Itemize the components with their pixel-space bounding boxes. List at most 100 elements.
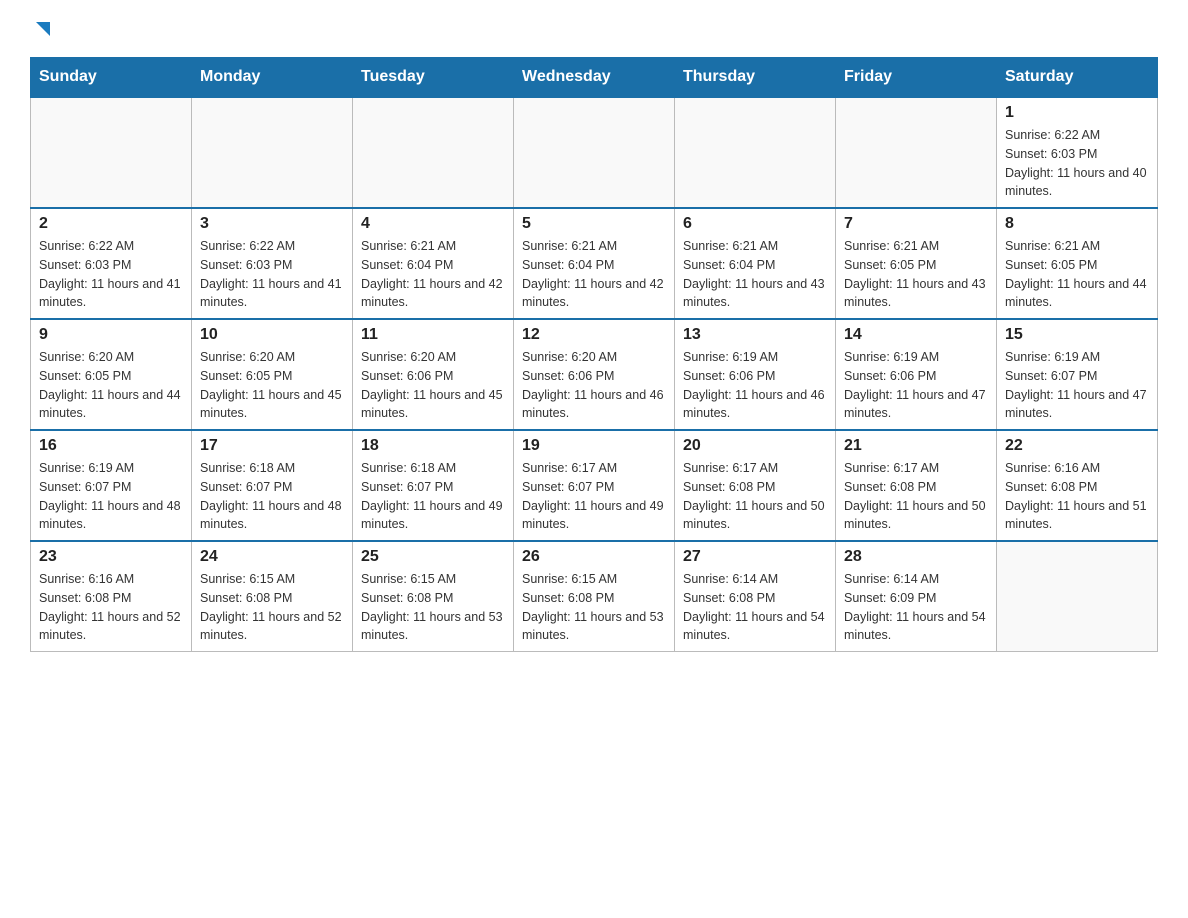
table-row: 25 Sunrise: 6:15 AM Sunset: 6:08 PM Dayli…: [353, 541, 514, 652]
day-info: Sunrise: 6:14 AM Sunset: 6:09 PM Dayligh…: [844, 570, 988, 645]
day-info: Sunrise: 6:19 AM Sunset: 6:07 PM Dayligh…: [39, 459, 183, 534]
day-info: Sunrise: 6:20 AM Sunset: 6:05 PM Dayligh…: [39, 348, 183, 423]
day-info: Sunrise: 6:15 AM Sunset: 6:08 PM Dayligh…: [522, 570, 666, 645]
table-row: 19 Sunrise: 6:17 AM Sunset: 6:07 PM Dayli…: [514, 430, 675, 541]
day-number: 16: [39, 437, 183, 455]
day-info: Sunrise: 6:17 AM Sunset: 6:08 PM Dayligh…: [844, 459, 988, 534]
day-info: Sunrise: 6:22 AM Sunset: 6:03 PM Dayligh…: [39, 237, 183, 312]
table-row: 16 Sunrise: 6:19 AM Sunset: 6:07 PM Dayli…: [31, 430, 192, 541]
table-row: 23 Sunrise: 6:16 AM Sunset: 6:08 PM Dayli…: [31, 541, 192, 652]
day-number: 15: [1005, 326, 1149, 344]
day-info: Sunrise: 6:21 AM Sunset: 6:05 PM Dayligh…: [844, 237, 988, 312]
day-info: Sunrise: 6:20 AM Sunset: 6:06 PM Dayligh…: [361, 348, 505, 423]
day-number: 7: [844, 215, 988, 233]
table-row: 1 Sunrise: 6:22 AM Sunset: 6:03 PM Daylig…: [997, 97, 1158, 208]
day-number: 1: [1005, 104, 1149, 122]
table-row: 28 Sunrise: 6:14 AM Sunset: 6:09 PM Dayli…: [836, 541, 997, 652]
calendar-week-row: 9 Sunrise: 6:20 AM Sunset: 6:05 PM Daylig…: [31, 319, 1158, 430]
calendar-week-row: 1 Sunrise: 6:22 AM Sunset: 6:03 PM Daylig…: [31, 97, 1158, 208]
day-number: 2: [39, 215, 183, 233]
table-row: [514, 97, 675, 208]
table-row: 15 Sunrise: 6:19 AM Sunset: 6:07 PM Dayli…: [997, 319, 1158, 430]
col-header-wednesday: Wednesday: [514, 58, 675, 98]
table-row: [997, 541, 1158, 652]
day-number: 12: [522, 326, 666, 344]
day-number: 25: [361, 548, 505, 566]
day-info: Sunrise: 6:18 AM Sunset: 6:07 PM Dayligh…: [200, 459, 344, 534]
table-row: 20Sunrise: 6:17 AM Sunset: 6:08 PM Dayli…: [675, 430, 836, 541]
calendar-header-row: Sunday Monday Tuesday Wednesday Thursday…: [31, 58, 1158, 98]
day-number: 19: [522, 437, 666, 455]
logo: [30, 20, 54, 47]
col-header-tuesday: Tuesday: [353, 58, 514, 98]
day-info: Sunrise: 6:16 AM Sunset: 6:08 PM Dayligh…: [39, 570, 183, 645]
day-number: 10: [200, 326, 344, 344]
day-number: 13: [683, 326, 827, 344]
table-row: 11 Sunrise: 6:20 AM Sunset: 6:06 PM Dayli…: [353, 319, 514, 430]
day-info: Sunrise: 6:21 AM Sunset: 6:05 PM Dayligh…: [1005, 237, 1149, 312]
day-info: Sunrise: 6:20 AM Sunset: 6:05 PM Dayligh…: [200, 348, 344, 423]
day-info: Sunrise: 6:15 AM Sunset: 6:08 PM Dayligh…: [361, 570, 505, 645]
day-number: 6: [683, 215, 827, 233]
day-number: 11: [361, 326, 505, 344]
day-number: 9: [39, 326, 183, 344]
day-info: Sunrise: 6:19 AM Sunset: 6:06 PM Dayligh…: [844, 348, 988, 423]
table-row: [675, 97, 836, 208]
table-row: [31, 97, 192, 208]
table-row: 4 Sunrise: 6:21 AM Sunset: 6:04 PM Daylig…: [353, 208, 514, 319]
day-number: 4: [361, 215, 505, 233]
day-number: 17: [200, 437, 344, 455]
table-row: 6 Sunrise: 6:21 AM Sunset: 6:04 PM Daylig…: [675, 208, 836, 319]
table-row: 22Sunrise: 6:16 AM Sunset: 6:08 PM Dayli…: [997, 430, 1158, 541]
page-header: [30, 20, 1158, 47]
day-info: Sunrise: 6:17 AM Sunset: 6:07 PM Dayligh…: [522, 459, 666, 534]
day-info: Sunrise: 6:21 AM Sunset: 6:04 PM Dayligh…: [361, 237, 505, 312]
day-number: 24: [200, 548, 344, 566]
day-info: Sunrise: 6:21 AM Sunset: 6:04 PM Dayligh…: [683, 237, 827, 312]
table-row: [353, 97, 514, 208]
table-row: [192, 97, 353, 208]
day-info: Sunrise: 6:14 AM Sunset: 6:08 PM Dayligh…: [683, 570, 827, 645]
day-number: 14: [844, 326, 988, 344]
logo-arrow-icon: [32, 18, 54, 45]
table-row: 14 Sunrise: 6:19 AM Sunset: 6:06 PM Dayli…: [836, 319, 997, 430]
calendar-week-row: 2 Sunrise: 6:22 AM Sunset: 6:03 PM Daylig…: [31, 208, 1158, 319]
table-row: 27Sunrise: 6:14 AM Sunset: 6:08 PM Dayli…: [675, 541, 836, 652]
day-info: Sunrise: 6:19 AM Sunset: 6:06 PM Dayligh…: [683, 348, 827, 423]
day-number: 26: [522, 548, 666, 566]
col-header-friday: Friday: [836, 58, 997, 98]
table-row: 2 Sunrise: 6:22 AM Sunset: 6:03 PM Daylig…: [31, 208, 192, 319]
table-row: 21 Sunrise: 6:17 AM Sunset: 6:08 PM Dayli…: [836, 430, 997, 541]
day-number: 5: [522, 215, 666, 233]
day-number: 28: [844, 548, 988, 566]
table-row: 18 Sunrise: 6:18 AM Sunset: 6:07 PM Dayli…: [353, 430, 514, 541]
calendar-week-row: 16 Sunrise: 6:19 AM Sunset: 6:07 PM Dayli…: [31, 430, 1158, 541]
col-header-monday: Monday: [192, 58, 353, 98]
day-info: Sunrise: 6:16 AM Sunset: 6:08 PM Dayligh…: [1005, 459, 1149, 534]
col-header-saturday: Saturday: [997, 58, 1158, 98]
table-row: 9 Sunrise: 6:20 AM Sunset: 6:05 PM Daylig…: [31, 319, 192, 430]
table-row: 7 Sunrise: 6:21 AM Sunset: 6:05 PM Daylig…: [836, 208, 997, 319]
day-number: 3: [200, 215, 344, 233]
day-number: 21: [844, 437, 988, 455]
col-header-thursday: Thursday: [675, 58, 836, 98]
day-number: 20: [683, 437, 827, 455]
col-header-sunday: Sunday: [31, 58, 192, 98]
calendar-table: Sunday Monday Tuesday Wednesday Thursday…: [30, 57, 1158, 652]
day-number: 18: [361, 437, 505, 455]
day-info: Sunrise: 6:15 AM Sunset: 6:08 PM Dayligh…: [200, 570, 344, 645]
calendar-week-row: 23 Sunrise: 6:16 AM Sunset: 6:08 PM Dayli…: [31, 541, 1158, 652]
table-row: 26 Sunrise: 6:15 AM Sunset: 6:08 PM Dayli…: [514, 541, 675, 652]
day-info: Sunrise: 6:20 AM Sunset: 6:06 PM Dayligh…: [522, 348, 666, 423]
table-row: 13 Sunrise: 6:19 AM Sunset: 6:06 PM Dayli…: [675, 319, 836, 430]
day-info: Sunrise: 6:18 AM Sunset: 6:07 PM Dayligh…: [361, 459, 505, 534]
day-info: Sunrise: 6:19 AM Sunset: 6:07 PM Dayligh…: [1005, 348, 1149, 423]
table-row: 12 Sunrise: 6:20 AM Sunset: 6:06 PM Dayli…: [514, 319, 675, 430]
table-row: 5 Sunrise: 6:21 AM Sunset: 6:04 PM Daylig…: [514, 208, 675, 319]
day-info: Sunrise: 6:21 AM Sunset: 6:04 PM Dayligh…: [522, 237, 666, 312]
table-row: 8Sunrise: 6:21 AM Sunset: 6:05 PM Daylig…: [997, 208, 1158, 319]
day-info: Sunrise: 6:22 AM Sunset: 6:03 PM Dayligh…: [1005, 126, 1149, 201]
table-row: [836, 97, 997, 208]
day-number: 23: [39, 548, 183, 566]
day-info: Sunrise: 6:22 AM Sunset: 6:03 PM Dayligh…: [200, 237, 344, 312]
